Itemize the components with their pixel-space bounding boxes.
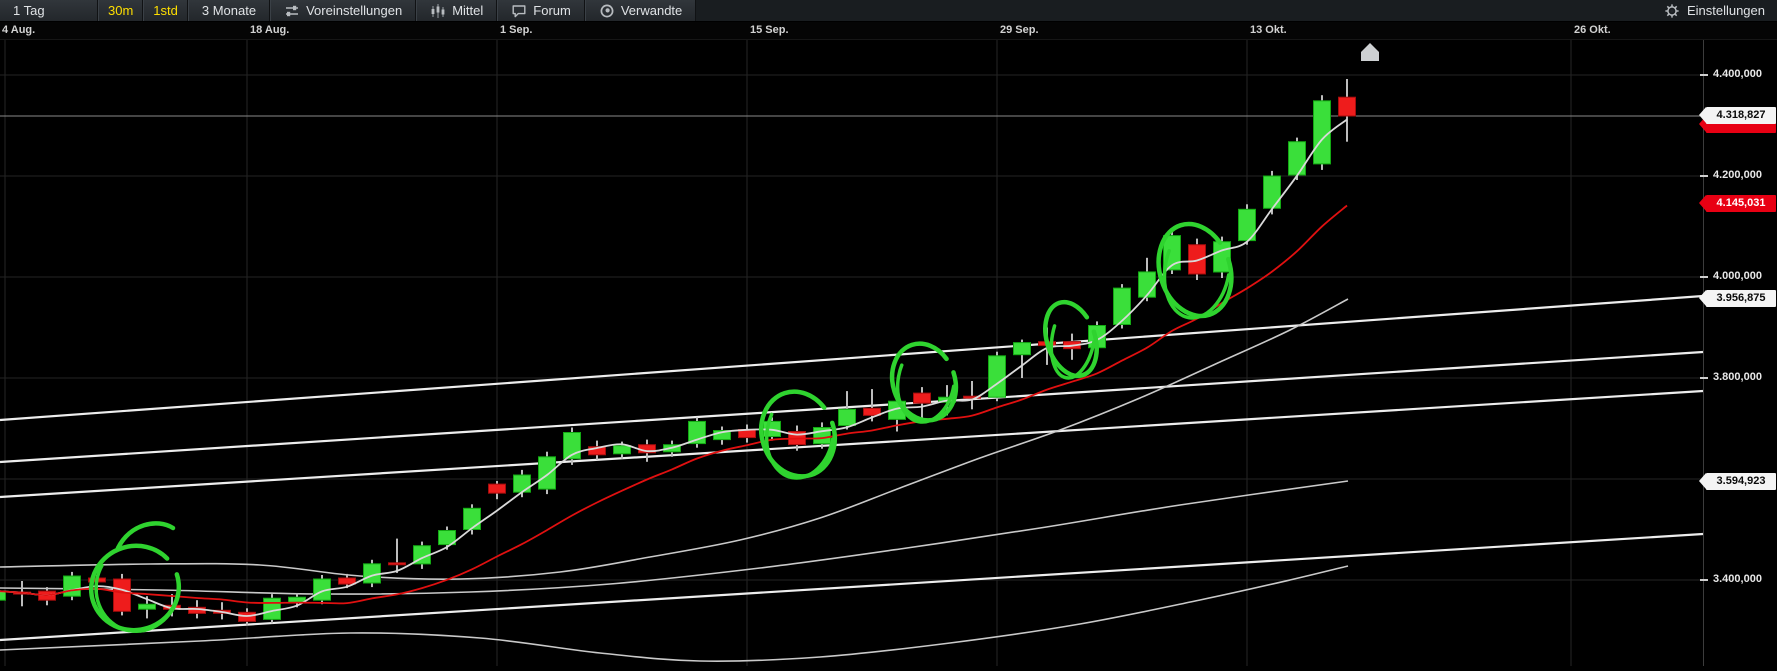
candle-up	[613, 445, 631, 455]
price-axis-label: 3.800,000	[1713, 371, 1762, 383]
candle-up	[138, 603, 156, 610]
toolbar-button-3-monate[interactable]: 3 Monate	[187, 0, 271, 21]
price-axis[interactable]: 4.400,000 4.200,000 4.000,000 3.800,000 3.40…	[1699, 40, 1777, 666]
date-axis-label: 1 Sep.	[500, 24, 533, 36]
highlight-circles[interactable]	[80, 214, 1243, 641]
trading-chart-app: { "toolbar": { "items": [ {"label": "1 T…	[0, 0, 1777, 666]
candle-down	[1338, 96, 1356, 117]
settings-label: Einstellungen	[1686, 3, 1765, 18]
toolbar-button-1std[interactable]: 1std	[143, 0, 188, 21]
candle-up	[463, 507, 481, 530]
candle-up	[1313, 100, 1331, 165]
eye-icon	[599, 3, 615, 19]
price-axis-label: 4.200,000	[1713, 169, 1762, 181]
date-axis-label: 15 Sep.	[750, 24, 789, 36]
slow-ma-long	[0, 480, 1349, 595]
price-tick-mark	[1700, 579, 1708, 581]
speech-bubble-icon	[511, 3, 527, 19]
date-axis-label: 29 Sep.	[1000, 24, 1039, 36]
price-axis-label: 3.400,000	[1713, 573, 1762, 585]
toolbar-button-label: Forum	[533, 3, 571, 18]
candle-down	[388, 562, 406, 566]
candle-up	[838, 408, 856, 426]
highlight-circle-tail	[115, 521, 176, 551]
gear-icon	[1664, 3, 1680, 19]
price-tag: 3.956,875	[1699, 290, 1776, 308]
date-axis-label: 18 Aug.	[250, 24, 290, 36]
candle-up	[1013, 342, 1031, 356]
toolbar-button-label: 1 Tag	[13, 3, 45, 18]
price-tag: 4.145,031	[1699, 195, 1776, 213]
candle-up	[63, 575, 81, 597]
toolbar-button-label: Mittel	[452, 3, 484, 18]
price-tag: 4.318,827	[1699, 107, 1776, 125]
toolbar-button-label: 30m	[108, 3, 134, 18]
price-axis-label: 4.000,000	[1713, 270, 1762, 282]
toolbar-button-label: 1std	[153, 3, 178, 18]
band-upper	[0, 298, 1349, 580]
candle-up	[263, 597, 281, 620]
price-axis-label: 4.400,000	[1713, 68, 1762, 80]
sliders-icon	[284, 3, 300, 19]
candle-up	[1213, 241, 1231, 273]
price-tag: 3.594,923	[1699, 473, 1776, 491]
price-tick-mark	[1700, 276, 1708, 278]
highlight-circle-stroke	[94, 541, 180, 634]
toolbar-button-1-tag[interactable]: 1 Tag	[0, 0, 98, 21]
candle-down	[913, 392, 931, 404]
toolbar-button-voreinstellungen[interactable]: Voreinstellungen	[270, 0, 417, 21]
candle-up	[513, 474, 531, 493]
date-axis[interactable]: 4 Aug. 18 Aug. 1 Sep. 15 Sep. 29 Sep. 13 Okt.…	[0, 22, 1777, 40]
candle-down	[1188, 244, 1206, 275]
date-axis-label: 13 Okt.	[1250, 24, 1287, 36]
date-axis-label: 4 Aug.	[2, 24, 36, 36]
settings-button[interactable]: Einstellungen	[1652, 0, 1777, 21]
candle-down	[488, 483, 506, 494]
grid-layer	[0, 40, 1703, 666]
price-chart[interactable]	[0, 40, 1704, 666]
candle-up	[0, 590, 6, 601]
toolbar-button-mittel[interactable]: Mittel	[416, 0, 498, 21]
scroll-to-latest-marker[interactable]	[1361, 43, 1379, 61]
price-tick-mark	[1700, 175, 1708, 177]
toolbar-button-label: Voreinstellungen	[306, 3, 403, 18]
candle-down	[338, 577, 356, 585]
price-tick-mark	[1700, 377, 1708, 379]
candle-up	[1113, 287, 1131, 326]
candle-up	[1138, 271, 1156, 298]
toolbar-button-forum[interactable]: Forum	[497, 0, 585, 21]
candle-up	[988, 355, 1006, 398]
trend-lines[interactable]	[0, 294, 1704, 642]
toolbar: 1 Tag 30m 1std 3 Monate Voreinstellungen Mitt…	[0, 0, 1777, 22]
toolbar-button-verwandte[interactable]: Verwandte	[584, 0, 697, 21]
candles-icon	[430, 3, 446, 19]
toolbar-button-label: Verwandte	[620, 3, 683, 18]
date-axis-label: 26 Okt.	[1574, 24, 1611, 36]
candle-up	[538, 456, 556, 490]
candles-layer[interactable]	[0, 79, 1356, 626]
candle-down	[113, 578, 131, 612]
fast-ma	[0, 118, 1348, 617]
price-tick-mark	[1700, 74, 1708, 76]
candle-up	[1288, 141, 1306, 176]
toolbar-button-30m[interactable]: 30m	[98, 0, 144, 21]
candle-up	[1263, 175, 1281, 209]
toolbar-button-label: 3 Monate	[201, 3, 257, 18]
